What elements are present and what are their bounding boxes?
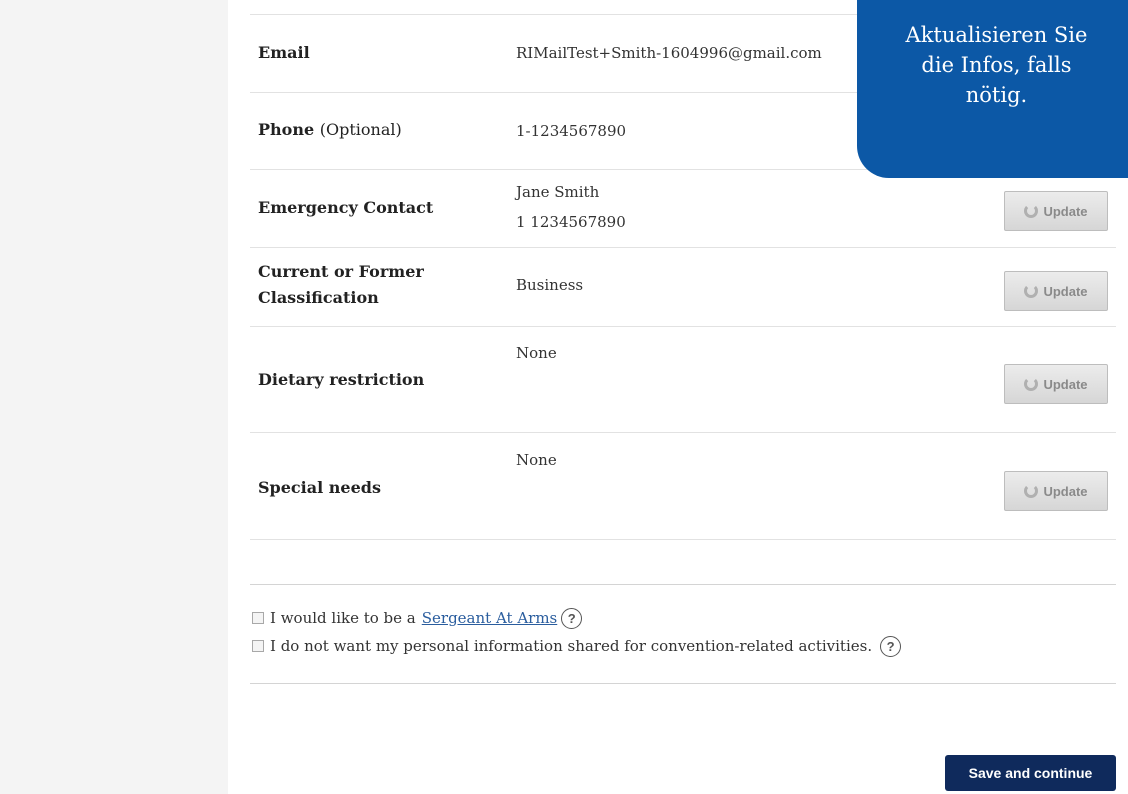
phone-label-text: Phone	[258, 120, 315, 139]
privacy-checkbox[interactable]	[252, 640, 264, 652]
phone-label: Phone (Optional)	[258, 119, 402, 141]
sergeant-option: I would like to be a Sergeant At Arms ?	[252, 604, 901, 632]
dietary-restriction-value: None	[516, 344, 557, 362]
emergency-contact-phone: 1 1234567890	[516, 213, 626, 231]
emergency-contact-name: Jane Smith	[516, 183, 600, 201]
update-button-label: Update	[1043, 483, 1088, 499]
callout-line-1: Aktualisieren Sie	[905, 23, 1088, 47]
special-needs-label: Special needs	[258, 478, 381, 497]
emergency-contact-label: Emergency Contact	[258, 198, 434, 217]
refresh-icon	[1024, 284, 1039, 298]
sergeant-checkbox[interactable]	[252, 612, 264, 624]
update-button-label: Update	[1043, 203, 1088, 219]
left-sidebar	[0, 0, 228, 794]
sergeant-option-text: I would like to be a	[270, 609, 416, 627]
update-button-label: Update	[1043, 376, 1088, 392]
save-and-continue-button[interactable]: Save and continue	[945, 755, 1116, 791]
sergeant-at-arms-link[interactable]: Sergeant At Arms	[422, 609, 558, 627]
email-value: RIMailTest+Smith-1604996@gmail.com	[516, 44, 822, 62]
email-label: Email	[258, 43, 310, 62]
refresh-icon	[1024, 484, 1039, 498]
refresh-icon	[1024, 377, 1039, 391]
instruction-callout: Aktualisieren Sie die Infos, falls nötig…	[857, 0, 1128, 178]
classification-value: Business	[516, 276, 584, 294]
row-special-needs: Special needs None Update	[250, 432, 1116, 540]
options-top-divider	[250, 584, 1116, 585]
dietary-restriction-label: Dietary restriction	[258, 370, 425, 389]
update-classification-button[interactable]: Update	[1004, 271, 1108, 311]
privacy-option-text: I do not want my personal information sh…	[270, 637, 873, 655]
update-emergency-contact-button[interactable]: Update	[1004, 191, 1108, 231]
special-needs-value: None	[516, 451, 557, 469]
classification-label: Current or Former Classification	[258, 261, 424, 309]
row-dietary-restriction: Dietary restriction None Update	[250, 326, 1116, 432]
classification-label-line-2: Classification	[258, 288, 379, 307]
callout-line-3: nötig.	[965, 83, 1028, 107]
update-button-label: Update	[1043, 283, 1088, 299]
phone-value: 1-1234567890	[516, 122, 627, 140]
privacy-help-icon[interactable]: ?	[880, 635, 902, 657]
options-bottom-divider	[250, 683, 1116, 684]
privacy-option: I do not want my personal information sh…	[252, 632, 902, 660]
row-classification: Current or Former Classification Busines…	[250, 247, 1116, 326]
phone-optional-note: (Optional)	[319, 120, 402, 139]
update-dietary-restriction-button[interactable]: Update	[1004, 364, 1108, 404]
classification-label-line-1: Current or Former	[258, 262, 424, 281]
options-group: I would like to be a Sergeant At Arms ? …	[252, 604, 902, 660]
refresh-icon	[1024, 204, 1039, 218]
callout-line-2: die Infos, falls	[921, 53, 1072, 77]
row-emergency-contact: Emergency Contact Jane Smith 1 123456789…	[250, 169, 1116, 247]
sergeant-help-icon[interactable]: ?	[561, 607, 583, 629]
update-special-needs-button[interactable]: Update	[1004, 471, 1108, 511]
emergency-contact-value: Jane Smith 1 1234567890	[516, 180, 626, 234]
